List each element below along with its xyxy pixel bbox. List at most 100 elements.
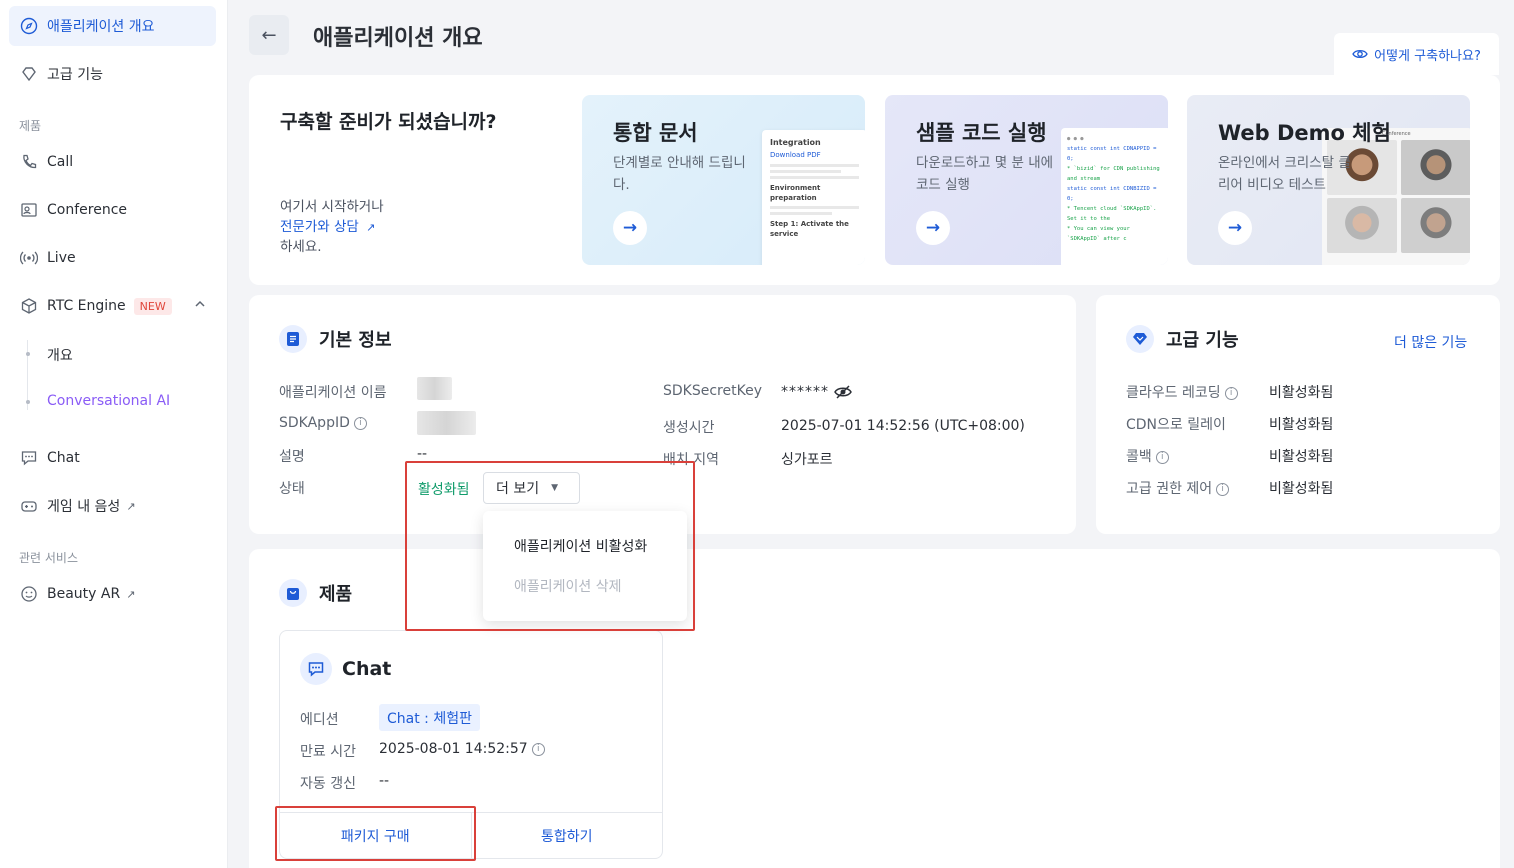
promo-title: 통합 문서 <box>613 121 698 145</box>
app-name-label: 애플리케이션 이름 <box>279 385 387 401</box>
external-link-icon: ↗ <box>126 499 136 513</box>
doc-preview-heading: Integration <box>770 138 821 147</box>
section-label-products: 제품 <box>19 119 42 133</box>
how-to-build-label: 어떻게 구축하나요? <box>1374 48 1481 64</box>
back-button[interactable]: ← <box>249 15 289 55</box>
doc-preview-sub1: Environment preparation <box>770 184 821 202</box>
promo-sample-code[interactable]: 샘플 코드 실행 다운로드하고 몇 분 내에 코드 실행 ● ● ● stati… <box>885 95 1168 265</box>
sidebar-item-game-voice[interactable]: 게임 내 음성 ↗ <box>9 486 216 526</box>
sidebar-item-advanced[interactable]: 고급 기능 <box>9 54 216 94</box>
auto-renew-value: -- <box>379 773 390 789</box>
sidebar-item-chat[interactable]: Chat <box>9 438 216 478</box>
chevron-up-icon[interactable] <box>194 298 206 314</box>
sidebar-item-rtc-engine[interactable]: RTC Engine NEW <box>9 286 216 326</box>
smile-icon <box>19 584 39 604</box>
sdkappid-redacted <box>417 411 476 435</box>
chat-icon <box>300 653 332 685</box>
sdkappid-label-text: SDKAppID <box>279 415 350 431</box>
document-preview-image: Integration Download PDF Environment pre… <box>762 130 865 265</box>
arrow-right-icon[interactable]: → <box>613 211 647 245</box>
info-icon[interactable]: i <box>1224 386 1238 400</box>
broadcast-icon <box>19 248 39 268</box>
promo-web-demo[interactable]: Conference Web Demo 체험 온라인에서 크리스탈 클리어 비디… <box>1187 95 1470 265</box>
eye-off-icon[interactable] <box>834 384 852 404</box>
sidebar-item-label: 고급 기능 <box>47 67 103 83</box>
app-name-redacted <box>417 377 452 400</box>
diamond-icon <box>19 64 39 84</box>
ready-text-1: 여기서 시작하거나 <box>280 199 384 215</box>
subnav-dot <box>26 352 30 356</box>
gamepad-icon <box>19 496 39 516</box>
code-line: static const int CDNBIZID = 0; <box>1067 186 1157 202</box>
expiry-value-text: 2025-08-01 14:52:57 <box>379 741 528 757</box>
created-time-value: 2025-07-01 14:52:56 (UTC+08:00) <box>781 418 1025 434</box>
sidebar-item-label: Conference <box>47 202 128 218</box>
diamond-icon <box>1126 325 1154 353</box>
expiry-label: 만료 시간 <box>300 744 356 760</box>
arrow-right-icon[interactable]: → <box>916 211 950 245</box>
permission-control-value: 비활성화됨 <box>1269 481 1334 497</box>
expert-consult-link[interactable]: 전문가와 상담 ↗ <box>280 215 375 235</box>
sidebar-item-label: Live <box>47 250 76 266</box>
row-label: 고급 권한 제어 <box>1126 481 1213 497</box>
how-to-build-link[interactable]: 어떻게 구축하나요? <box>1334 33 1499 75</box>
sidebar-item-overview[interactable]: 애플리케이션 개요 <box>9 6 216 46</box>
section-label-related: 관련 서비스 <box>19 551 79 565</box>
expiry-value: 2025-08-01 14:52:57 i <box>379 741 545 757</box>
page-title: 애플리케이션 개요 <box>313 26 483 51</box>
sidebar-item-call[interactable]: Call <box>9 142 216 182</box>
code-preview-image: ● ● ● static const int CDNAPPID = 0; * `… <box>1061 128 1168 265</box>
cube-icon <box>19 296 39 316</box>
info-icon[interactable]: i <box>1216 482 1230 496</box>
shopping-bag-icon <box>279 579 307 607</box>
subnav-dot <box>26 400 30 404</box>
sidebar-item-label: Call <box>47 154 74 170</box>
promo-title: Web Demo 체험 <box>1218 121 1391 145</box>
highlight-box <box>405 461 695 631</box>
doc-preview-link: Download PDF <box>770 151 821 159</box>
chat-icon <box>19 448 39 468</box>
cloud-recording-value: 비활성화됨 <box>1269 385 1334 401</box>
basic-info-heading: 기본 정보 <box>279 325 392 353</box>
info-icon[interactable]: i <box>531 742 545 756</box>
sidebar: 애플리케이션 개요 고급 기능 제품 Call Conference Live … <box>0 0 228 868</box>
info-icon[interactable]: i <box>1155 450 1169 464</box>
status-label: 상태 <box>279 481 305 497</box>
info-icon[interactable]: i <box>353 416 367 430</box>
description-value: -- <box>417 446 428 462</box>
sidebar-item-label: Beauty AR <box>47 586 121 602</box>
promo-title: 샘플 코드 실행 <box>916 121 1047 145</box>
row-label: 콜백 <box>1126 449 1152 465</box>
cdn-relay-label: CDN으로 릴레이 <box>1126 417 1226 433</box>
products-title: 제품 <box>319 584 353 605</box>
more-features-link[interactable]: 더 많은 기능 <box>1394 332 1467 352</box>
sidebar-subitem-overview[interactable]: 개요 <box>47 345 73 365</box>
arrow-left-icon: ← <box>261 24 277 46</box>
promo-integration-docs[interactable]: 통합 문서 단계별로 안내해 드립니다. Integration Downloa… <box>582 95 865 265</box>
sidebar-subitem-conversational-ai[interactable]: Conversational AI <box>47 393 170 409</box>
integrate-button[interactable]: 통합하기 <box>470 813 663 859</box>
getting-started-card: 구축할 준비가 되셨습니까? 여기서 시작하거나 전문가와 상담 ↗ 하세요. … <box>249 75 1500 285</box>
auto-renew-label: 자동 갱신 <box>300 776 356 792</box>
sidebar-item-conference[interactable]: Conference <box>9 190 216 230</box>
ready-text-3: 하세요. <box>280 239 322 255</box>
cloud-recording-label: 클라우드 레코딩 i <box>1126 382 1238 402</box>
region-value: 싱가포르 <box>781 452 833 468</box>
callback-value: 비활성화됨 <box>1269 449 1334 465</box>
sidebar-item-label: 게임 내 음성 <box>47 499 121 515</box>
sidebar-item-label: Chat <box>47 450 80 466</box>
advanced-heading: 고급 기능 <box>1126 325 1239 353</box>
sidebar-item-beauty-ar[interactable]: Beauty AR ↗ <box>9 574 216 614</box>
promo-desc: 다운로드하고 몇 분 내에 코드 실행 <box>916 155 1054 193</box>
sidebar-item-live[interactable]: Live <box>9 238 216 278</box>
row-label: 클라우드 레코딩 <box>1126 385 1221 401</box>
secret-key-label: SDKSecretKey <box>663 383 762 399</box>
new-badge: NEW <box>133 297 172 315</box>
permission-control-label: 고급 권한 제어 i <box>1126 478 1230 498</box>
promo-desc: 온라인에서 크리스탈 클리어 비디오 테스트 <box>1218 155 1351 193</box>
doc-preview-sub2: Step 1: Activate the service <box>770 220 849 238</box>
external-link-icon: ↗ <box>366 221 376 234</box>
arrow-right-icon[interactable]: → <box>1218 211 1252 245</box>
chat-product-title: Chat <box>342 658 392 680</box>
secret-key-value: ****** <box>781 384 829 400</box>
